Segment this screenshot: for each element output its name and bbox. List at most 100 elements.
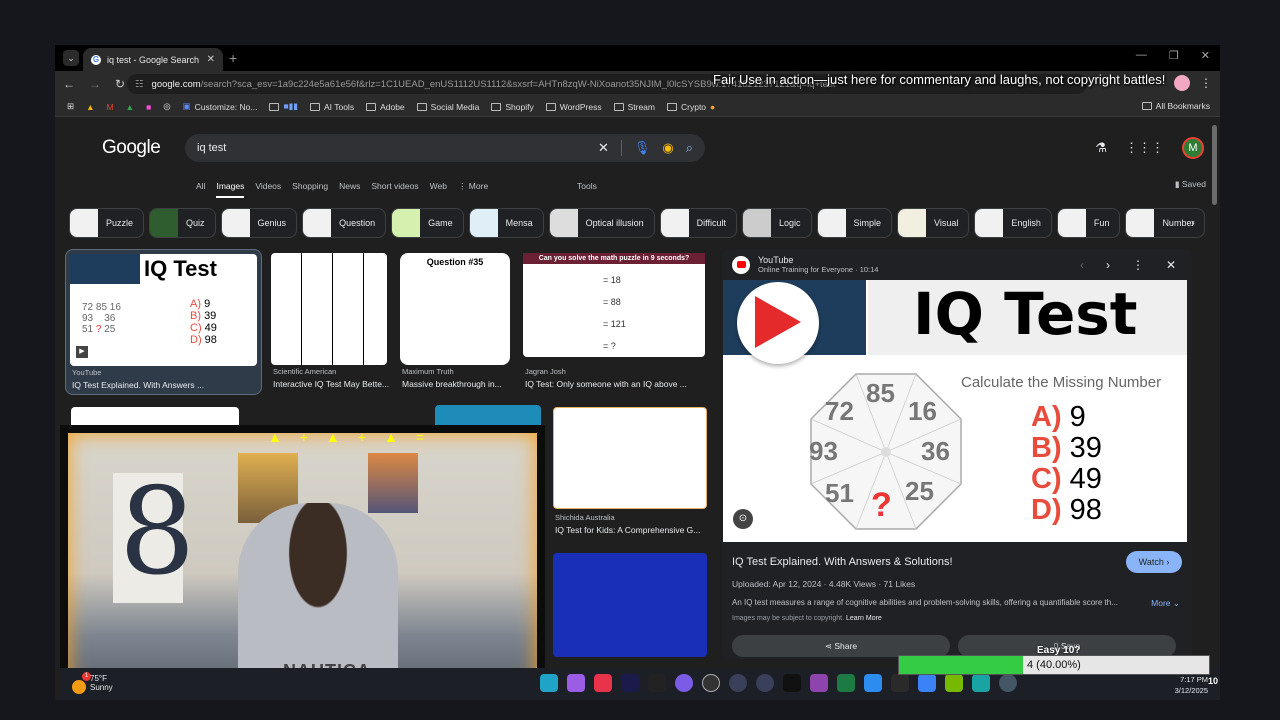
chip-simple[interactable]: Simple <box>816 208 893 238</box>
bookmark-folder-crypto[interactable]: Crypto ● <box>667 102 715 112</box>
filter-images[interactable]: Images <box>216 181 245 198</box>
lens-search-image-icon[interactable]: ⊙ <box>733 509 753 529</box>
chip-game[interactable]: Game <box>391 208 464 238</box>
chip-mensa[interactable]: Mensa <box>468 208 544 238</box>
tab-google-search[interactable]: G iq test - Google Search ✕ <box>83 48 223 71</box>
search-input[interactable]: iq test ✕ 🎙 ◉ ⌕ <box>185 134 705 162</box>
prev-result-icon[interactable]: ‹ <box>1080 258 1084 272</box>
obs-icon[interactable] <box>702 674 720 692</box>
filter-videos[interactable]: Videos <box>255 181 281 198</box>
app-arrow-icon[interactable] <box>756 674 774 692</box>
more-button[interactable]: More ⌄ <box>1151 598 1180 609</box>
bookmark-icon-gdrive[interactable]: ▲ <box>126 102 134 112</box>
site-info-icon[interactable]: ☷ <box>135 79 144 90</box>
bookmark-icon-gmail[interactable]: M <box>107 102 114 112</box>
account-avatar[interactable]: M <box>1182 137 1204 159</box>
chip-difficult[interactable]: Difficult <box>659 208 737 238</box>
tab-search-dropdown[interactable]: ⌄ <box>63 50 79 66</box>
chip-optical-illusion[interactable]: Optical illusion <box>548 208 655 238</box>
chip-genius[interactable]: Genius <box>220 208 298 238</box>
bookmark-icon-drive[interactable]: ▲ <box>86 102 94 112</box>
back-icon[interactable]: ← <box>63 77 75 91</box>
bookmark-folder-stream[interactable]: Stream <box>613 102 655 112</box>
learn-more-link[interactable]: Learn More <box>846 615 882 622</box>
preview-image[interactable]: IQ Test Calculate the Missing Number 85 … <box>723 280 1187 542</box>
bookmark-folder-social-media[interactable]: Social Media <box>416 102 479 112</box>
excel-icon[interactable] <box>837 674 855 692</box>
google-apps-icon[interactable]: ⋮⋮⋮ <box>1125 140 1164 156</box>
voice-search-icon[interactable]: 🎙 <box>634 140 651 156</box>
page-scrollbar[interactable] <box>1212 125 1217 205</box>
chip-english[interactable]: English <box>974 208 1052 238</box>
filter-short-videos[interactable]: Short videos <box>371 181 418 198</box>
premiere-pro-icon[interactable] <box>621 674 639 692</box>
system-clock[interactable]: 7:17 PM 3/12/2025 <box>1175 674 1208 696</box>
chip-quiz[interactable]: Quiz <box>149 208 216 238</box>
onenote-icon[interactable] <box>810 674 828 692</box>
weather-icon[interactable] <box>72 680 86 694</box>
result-card-jagran-josh[interactable]: Can you solve the math puzzle in 9 secon… <box>519 249 709 395</box>
filter-news[interactable]: News <box>339 181 360 198</box>
app-keyboard-icon[interactable] <box>729 674 747 692</box>
close-window-icon[interactable]: ✕ <box>1201 49 1210 62</box>
edge-icon[interactable] <box>540 674 558 692</box>
share-button[interactable]: ⋖ Share <box>732 635 950 657</box>
apps-grid-icon[interactable]: ⊞ <box>67 101 74 112</box>
more-options-icon[interactable]: ⋮ <box>1132 258 1144 272</box>
bookmark-icon-adobe[interactable]: ■ <box>146 102 151 112</box>
vscode-icon[interactable] <box>864 674 882 692</box>
result-card-scientific-american[interactable]: Scientific American Interactive IQ Test … <box>267 249 391 395</box>
panel-source[interactable]: YouTube <box>758 255 878 265</box>
surfshark-icon[interactable] <box>972 674 990 692</box>
minimize-icon[interactable]: — <box>1136 49 1147 62</box>
google-logo[interactable]: Google <box>102 137 161 159</box>
chip-fun[interactable]: Fun <box>1056 208 1121 238</box>
chip-logic[interactable]: Logic <box>742 208 812 238</box>
notification-count[interactable]: 10 <box>1208 676 1218 686</box>
bookmark-folder-shopify[interactable]: Shopify <box>491 102 534 112</box>
app-blue-icon[interactable] <box>918 674 936 692</box>
close-panel-icon[interactable]: ✕ <box>1166 258 1176 272</box>
watch-button[interactable]: Watch › <box>1126 551 1182 573</box>
profile-icon[interactable] <box>1174 75 1190 91</box>
result-card-youtube[interactable]: IQ Test 72 85 16 93 36 51 ? 25 A) 9 B) 39 C)… <box>65 249 262 395</box>
all-bookmarks[interactable]: All Bookmarks <box>1141 101 1210 111</box>
chip-question[interactable]: Question <box>302 208 387 238</box>
restore-icon[interactable]: ❐ <box>1169 49 1179 62</box>
result-card-shichida[interactable]: Shichida Australia IQ Test for Kids: A C… <box>549 403 711 543</box>
search-icon[interactable]: ⌕ <box>686 140 693 156</box>
copilot-icon[interactable] <box>567 674 585 692</box>
filter-all[interactable]: All <box>196 181 205 198</box>
creative-cloud-icon[interactable] <box>594 674 612 692</box>
panel-title[interactable]: IQ Test Explained. With Answers & Soluti… <box>732 556 953 568</box>
bookmark-folder-wordpress[interactable]: WordPress <box>545 102 602 112</box>
forward-icon[interactable]: → <box>89 77 101 91</box>
menu-kebab-icon[interactable]: ⋮ <box>1200 76 1212 90</box>
reload-icon[interactable]: ↻ <box>115 77 125 91</box>
logitech-icon[interactable] <box>648 674 666 692</box>
capture-icon[interactable] <box>783 674 801 692</box>
filter-more[interactable]: ⋮ More <box>458 181 488 198</box>
tools-button[interactable]: Tools <box>577 181 597 191</box>
close-tab-icon[interactable]: ✕ <box>207 54 215 65</box>
result-card-maximum-truth[interactable]: Question #35 Maximum Truth Massive break… <box>396 249 514 395</box>
bookmark-customize[interactable]: ▣ Customize: No... <box>183 101 258 112</box>
bookmark-folder-ai-tools[interactable]: AI Tools <box>309 102 354 112</box>
lens-search-icon[interactable]: ◉ <box>662 140 673 156</box>
app-circle-icon[interactable] <box>675 674 693 692</box>
nvidia-icon[interactable] <box>945 674 963 692</box>
chip-puzzle[interactable]: Puzzle <box>69 208 145 238</box>
clear-search-icon[interactable]: ✕ <box>598 140 609 156</box>
bookmark-folder-misc[interactable]: ■▮▮ <box>269 101 298 112</box>
settings-gear-icon[interactable] <box>999 674 1017 692</box>
saved-button[interactable]: ▮ Saved <box>1175 179 1206 190</box>
filter-shopping[interactable]: Shopping <box>292 181 328 198</box>
bookmark-icon-openai[interactable]: ◎ <box>163 101 170 112</box>
new-tab-button[interactable]: + <box>229 50 237 66</box>
bookmark-folder-adobe[interactable]: Adobe <box>366 102 405 112</box>
next-result-icon[interactable]: › <box>1106 258 1110 272</box>
filter-web[interactable]: Web <box>430 181 447 198</box>
labs-flask-icon[interactable]: ⚗ <box>1095 140 1107 156</box>
result-card-puzzle-blue[interactable] <box>549 549 711 661</box>
chip-visual[interactable]: Visual <box>897 208 970 238</box>
